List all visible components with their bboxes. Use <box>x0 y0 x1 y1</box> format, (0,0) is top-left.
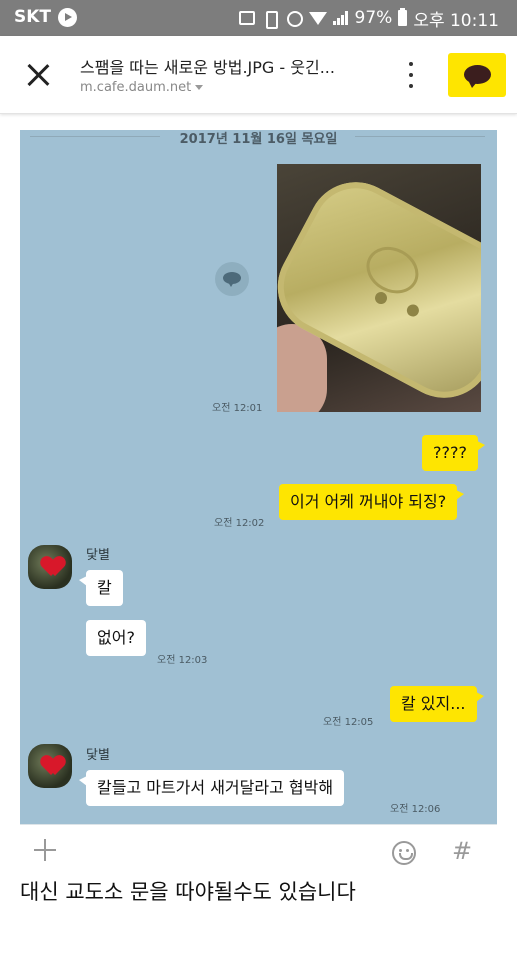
date-separator: 2017년 11월 16일 목요일 <box>20 130 497 147</box>
dropdown-caret-icon <box>195 85 204 90</box>
their-message-bubble: 없어? <box>86 620 146 656</box>
close-icon[interactable] <box>24 60 54 90</box>
message-time: 오전 12:05 <box>323 717 374 728</box>
message-time: 오전 12:02 <box>214 518 265 529</box>
kakao-share-button[interactable] <box>448 53 506 97</box>
clock: 오후 10:11 <box>413 10 499 31</box>
signal-icon <box>332 10 349 26</box>
battery-icon <box>398 8 408 26</box>
hd-icon <box>238 11 255 25</box>
share-message-icon[interactable] <box>215 262 249 296</box>
message-time: 오전 12:06 <box>390 804 441 815</box>
vibrate-icon <box>261 10 279 29</box>
play-icon <box>58 8 77 27</box>
my-message-bubble: 칼 있지... <box>390 686 483 722</box>
carrier-label: SKT <box>14 7 52 27</box>
chat-input-bar: # <box>20 824 497 865</box>
plus-icon[interactable] <box>34 839 56 861</box>
my-message-bubble: 이거 어케 꺼내야 되징? <box>279 484 465 520</box>
hash-icon[interactable]: # <box>452 837 472 865</box>
their-message-bubble: 칼 <box>79 570 123 606</box>
message-time: 오전 12:03 <box>157 655 208 666</box>
status-bar: SKT 97% 오후 10:11 <box>0 0 517 36</box>
battery-percent: 97% <box>354 8 393 28</box>
page-title: 스팸을 따는 새로운 방법.JPG - 웃긴... <box>80 58 335 77</box>
message-time: 오전 12:01 <box>212 403 263 414</box>
wifi-icon <box>308 10 327 26</box>
avatar[interactable] <box>28 545 72 589</box>
their-message-bubble: 칼들고 마트가서 새거달라고 협박해 <box>78 770 345 806</box>
alarm-icon <box>285 10 303 27</box>
kakao-talk-icon <box>464 65 491 88</box>
my-message-bubble: ???? <box>422 435 485 471</box>
more-vertical-icon[interactable] <box>405 62 417 90</box>
browser-toolbar: 스팸을 따는 새로운 방법.JPG - 웃긴... m.cafe.daum.ne… <box>0 36 517 114</box>
sender-name: 닻별 <box>86 548 110 563</box>
photo-message[interactable] <box>277 164 481 412</box>
sender-name: 닻별 <box>86 748 110 763</box>
emoji-icon[interactable] <box>392 841 416 865</box>
page-url[interactable]: m.cafe.daum.net <box>80 80 204 95</box>
status-icons: 97% 오후 10:11 <box>238 6 499 31</box>
date-text: 2017년 11월 16일 목요일 <box>179 132 338 147</box>
url-text: m.cafe.daum.net <box>80 80 192 95</box>
avatar[interactable] <box>28 744 72 788</box>
post-caption: 대신 교도소 문을 따야될수도 있습니다 <box>20 880 356 904</box>
chat-screenshot: 2017년 11월 16일 목요일 오전 12:01 ???? 이거 어케 꺼내… <box>20 130 497 824</box>
